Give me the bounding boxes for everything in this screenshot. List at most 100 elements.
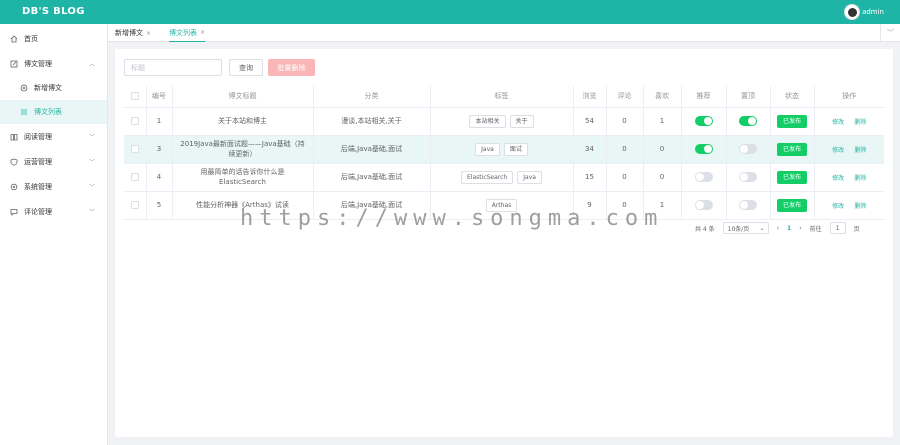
recommend-toggle[interactable] <box>694 144 713 154</box>
post-id: 1 <box>145 107 172 136</box>
sidebar-item-read-manage[interactable]: 阅读管理 ﹀ <box>0 124 107 149</box>
query-button[interactable]: 查询 <box>229 59 263 76</box>
post-likes: 1 <box>642 107 681 136</box>
post-views: 34 <box>572 135 606 164</box>
recommend-toggle[interactable] <box>694 172 713 182</box>
delete-link[interactable]: 删除 <box>854 203 866 210</box>
pin-top-toggle[interactable] <box>739 144 757 154</box>
sidebar-item-system[interactable]: 系统管理 ﹀ <box>0 174 107 199</box>
title-search-input[interactable] <box>124 59 222 76</box>
brand-logo[interactable]: DB'S BLOG <box>22 6 85 17</box>
tab-new-post[interactable]: 新增博文 × <box>115 24 151 42</box>
next-page-button[interactable]: › <box>799 225 801 232</box>
row-checkbox[interactable] <box>130 173 139 181</box>
publish-status-button[interactable]: 已发布 <box>777 142 807 156</box>
col-header: 操作 <box>813 86 884 108</box>
sidebar-item-operations[interactable]: 运营管理 ﹀ <box>0 149 107 174</box>
tabs-more-chevron-icon[interactable]: ﹀ <box>880 24 900 42</box>
prev-page-button[interactable]: ‹ <box>777 225 779 232</box>
username[interactable]: admin <box>862 8 884 16</box>
sidebar-subitem-label: 新增博文 <box>34 84 62 92</box>
chevron-up-icon: ︿ <box>88 61 95 68</box>
sidebar-item-label: 评论管理 <box>24 207 52 216</box>
recommend-toggle[interactable] <box>694 200 713 210</box>
delete-link[interactable]: 删除 <box>854 147 866 154</box>
row-checkbox[interactable] <box>130 117 139 125</box>
col-header: 分类 <box>312 86 430 108</box>
post-views: 54 <box>572 107 606 136</box>
pin-top-toggle[interactable] <box>739 116 757 126</box>
main-content: 查询 批量删除 编号 博文标题 分类 标签 浏览 评论 喜欢 推荐 置顶 状态 … <box>115 49 893 437</box>
post-id: 3 <box>145 135 172 164</box>
edit-icon <box>10 60 18 68</box>
col-header: 喜欢 <box>642 86 681 108</box>
edit-link[interactable]: 修改 <box>832 147 844 154</box>
sidebar-item-label: 运营管理 <box>24 157 52 166</box>
table-row[interactable]: 1 关于本站和博主 漫谈,本站相关,关于 本站相关 关于 54 0 1 已发布 修… <box>124 107 884 136</box>
pin-top-toggle[interactable] <box>739 172 757 182</box>
post-tag[interactable]: 关于 <box>509 114 534 128</box>
page-size-select[interactable]: 10条/页 ⌄ <box>722 222 769 234</box>
col-header: 状态 <box>769 86 814 108</box>
pagination: 共 4 条 10条/页 ⌄ ‹ 1 › 前往 1 页 <box>695 221 860 235</box>
post-tag[interactable]: Java <box>517 170 542 184</box>
close-icon[interactable]: × <box>200 29 205 36</box>
col-header: 标签 <box>429 86 573 108</box>
shield-icon <box>10 158 18 166</box>
tab-post-list[interactable]: 博文列表 × <box>169 24 206 42</box>
sidebar-item-label: 博文管理 <box>24 59 52 68</box>
page-size-value: 10条/页 <box>727 225 750 233</box>
select-all-checkbox[interactable] <box>130 92 139 101</box>
chevron-down-icon: ﹀ <box>88 159 95 166</box>
chevron-down-icon: ﹀ <box>88 134 95 141</box>
user-menu[interactable]: admin <box>844 4 884 20</box>
col-header: 评论 <box>605 86 643 108</box>
sidebar-item-comments[interactable]: 评论管理 ﹀ <box>0 199 107 224</box>
tabs-bar: 新增博文 × 博文列表 × ﹀ <box>108 24 900 42</box>
publish-status-button[interactable]: 已发布 <box>777 198 807 212</box>
sidebar-item-label: 首页 <box>24 34 38 43</box>
batch-delete-button[interactable]: 批量删除 <box>268 59 315 76</box>
publish-status-button[interactable]: 已发布 <box>777 170 807 184</box>
post-title: 2019Java最新面试题——Java基础（持续更新） <box>171 135 313 164</box>
edit-link[interactable]: 修改 <box>832 175 844 182</box>
delete-link[interactable]: 删除 <box>854 119 866 126</box>
avatar[interactable] <box>844 4 861 20</box>
post-tag[interactable]: Java <box>475 142 500 156</box>
post-table: 编号 博文标题 分类 标签 浏览 评论 喜欢 推荐 置顶 状态 操作 1 关于本… <box>124 86 884 220</box>
pin-top-toggle[interactable] <box>739 200 757 210</box>
pagination-total: 共 4 条 <box>695 225 715 233</box>
comment-icon <box>10 208 18 216</box>
col-header: 推荐 <box>680 86 726 108</box>
post-tag[interactable]: ElasticSearch <box>461 170 514 184</box>
post-category: 后端,Java基础,面试 <box>312 163 430 192</box>
plus-circle-icon <box>20 84 28 92</box>
delete-link[interactable]: 删除 <box>854 175 866 182</box>
tab-label: 博文列表 <box>169 28 197 37</box>
table-row[interactable]: 4 用最简单的话告诉你什么是ElasticSearch 后端,Java基础,面试… <box>124 163 884 192</box>
post-title: 关于本站和博主 <box>171 107 313 136</box>
col-header: 浏览 <box>572 86 606 108</box>
chevron-down-icon: ﹀ <box>88 184 95 191</box>
table-row[interactable]: 3 2019Java最新面试题——Java基础（持续更新） 后端,Java基础,… <box>124 135 884 164</box>
sidebar-item-home[interactable]: 首页 <box>0 26 107 51</box>
page-unit-label: 页 <box>853 225 860 233</box>
close-icon[interactable]: × <box>146 30 151 37</box>
edit-link[interactable]: 修改 <box>832 119 844 126</box>
post-tag[interactable]: 本站相关 <box>469 114 506 128</box>
goto-page-input[interactable]: 1 <box>829 222 846 234</box>
col-header: 置顶 <box>725 86 770 108</box>
sidebar-item-blog-manage[interactable]: 博文管理 ︿ <box>0 51 107 76</box>
publish-status-button[interactable]: 已发布 <box>777 114 807 128</box>
edit-link[interactable]: 修改 <box>832 203 844 210</box>
list-icon <box>20 108 28 116</box>
recommend-toggle[interactable] <box>694 116 713 126</box>
sidebar-subitem-post-list[interactable]: 博文列表 <box>0 100 107 124</box>
row-checkbox[interactable] <box>130 201 139 209</box>
post-comments: 0 <box>605 163 643 192</box>
post-tag[interactable]: 面试 <box>503 142 528 156</box>
post-likes: 0 <box>642 135 681 164</box>
sidebar-subitem-new-post[interactable]: 新增博文 <box>0 76 107 100</box>
row-checkbox[interactable] <box>130 145 139 153</box>
page-number-current[interactable]: 1 <box>787 225 791 232</box>
